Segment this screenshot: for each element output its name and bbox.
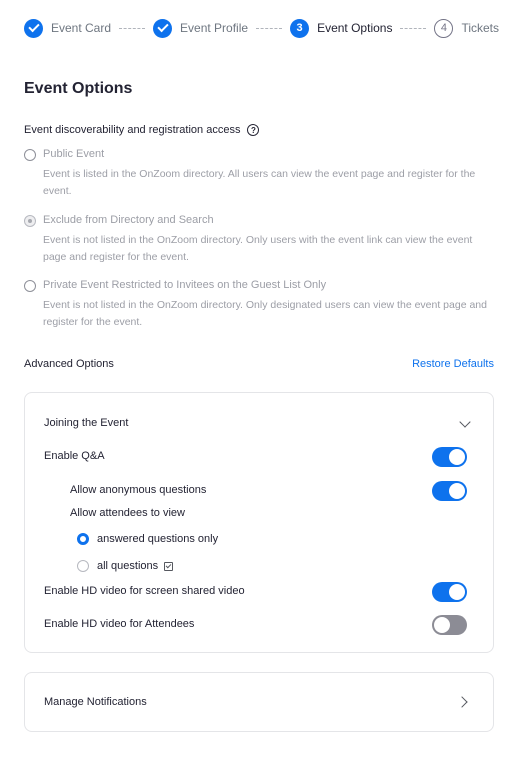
chevron-down-icon[interactable] xyxy=(459,416,471,428)
radio-button[interactable] xyxy=(24,149,36,161)
radio-label: answered questions only xyxy=(97,533,219,545)
radio-button[interactable] xyxy=(77,560,89,572)
radio-button[interactable] xyxy=(77,533,89,545)
advanced-options-title: Advanced Options xyxy=(24,358,114,370)
page-title: Event Options xyxy=(24,80,133,97)
manage-notifications-title: Manage Notifications xyxy=(44,696,147,708)
manage-notifications-card[interactable]: Manage Notifications xyxy=(24,672,494,732)
joining-event-card: Joining the Event Enable Q&A Allow anony… xyxy=(24,392,494,653)
radio-private-event[interactable]: Private Event Restricted to Invitees on … xyxy=(24,279,496,331)
step-number: 4 xyxy=(434,18,454,38)
radio-title: Public Event xyxy=(43,148,105,160)
chevron-right-icon[interactable] xyxy=(456,696,468,708)
hd-attendees-toggle[interactable] xyxy=(432,615,467,635)
question-circle-icon[interactable]: ? xyxy=(247,124,260,136)
hd-attendees-label: Enable HD video for Attendees xyxy=(44,618,195,630)
radio-description: Event is not listed in the OnZoom direct… xyxy=(43,234,473,263)
step-event-options[interactable]: 3 Event Options xyxy=(290,18,393,38)
hd-screen-label: Enable HD video for screen shared video xyxy=(44,585,245,597)
progress-stepper: Event Card Event Profile 3 Event Options… xyxy=(24,18,499,38)
step-connector xyxy=(119,27,146,29)
radio-public-event[interactable]: Public Event Event is listed in the OnZo… xyxy=(24,148,496,200)
access-section-label: Event discoverability and registration a… xyxy=(24,124,260,136)
step-tickets[interactable]: 4 Tickets xyxy=(434,18,500,38)
restore-defaults-link[interactable]: Restore Defaults xyxy=(412,358,494,370)
step-connector xyxy=(400,27,427,29)
radio-exclude-directory[interactable]: Exclude from Directory and Search Event … xyxy=(24,214,496,266)
step-number: 3 xyxy=(290,18,310,38)
radio-all-questions[interactable]: all questions xyxy=(77,560,174,572)
step-label: Event Options xyxy=(317,21,393,35)
radio-title: Private Event Restricted to Invitees on … xyxy=(43,279,327,291)
radio-button[interactable] xyxy=(24,215,36,227)
step-connector xyxy=(256,27,283,29)
enable-qa-toggle[interactable] xyxy=(432,447,467,467)
access-label: Event discoverability and registration a… xyxy=(24,124,241,136)
radio-description: Event is listed in the OnZoom directory.… xyxy=(43,168,476,197)
allow-anonymous-toggle[interactable] xyxy=(432,481,467,501)
checkmark-icon xyxy=(153,18,173,38)
joining-event-title[interactable]: Joining the Event xyxy=(44,417,128,429)
enable-qa-label: Enable Q&A xyxy=(44,450,105,462)
radio-description: Event is not listed in the OnZoom direct… xyxy=(43,299,487,328)
allow-anonymous-label: Allow anonymous questions xyxy=(70,484,207,496)
checkmark-icon xyxy=(24,18,43,38)
step-label: Event Card xyxy=(51,21,112,35)
radio-button[interactable] xyxy=(24,280,36,292)
step-event-card[interactable]: Event Card xyxy=(24,18,112,38)
step-event-profile[interactable]: Event Profile xyxy=(153,18,249,38)
checkbox-info-icon[interactable] xyxy=(164,561,174,571)
radio-title: Exclude from Directory and Search xyxy=(43,214,214,226)
allow-view-label: Allow attendees to view xyxy=(70,507,185,519)
radio-label: all questions xyxy=(97,560,159,572)
step-label: Tickets xyxy=(461,21,500,35)
advanced-options-header: Advanced Options Restore Defaults xyxy=(24,358,494,370)
radio-answered-only[interactable]: answered questions only xyxy=(77,533,218,545)
step-label: Event Profile xyxy=(180,21,249,35)
hd-screen-toggle[interactable] xyxy=(432,582,467,602)
